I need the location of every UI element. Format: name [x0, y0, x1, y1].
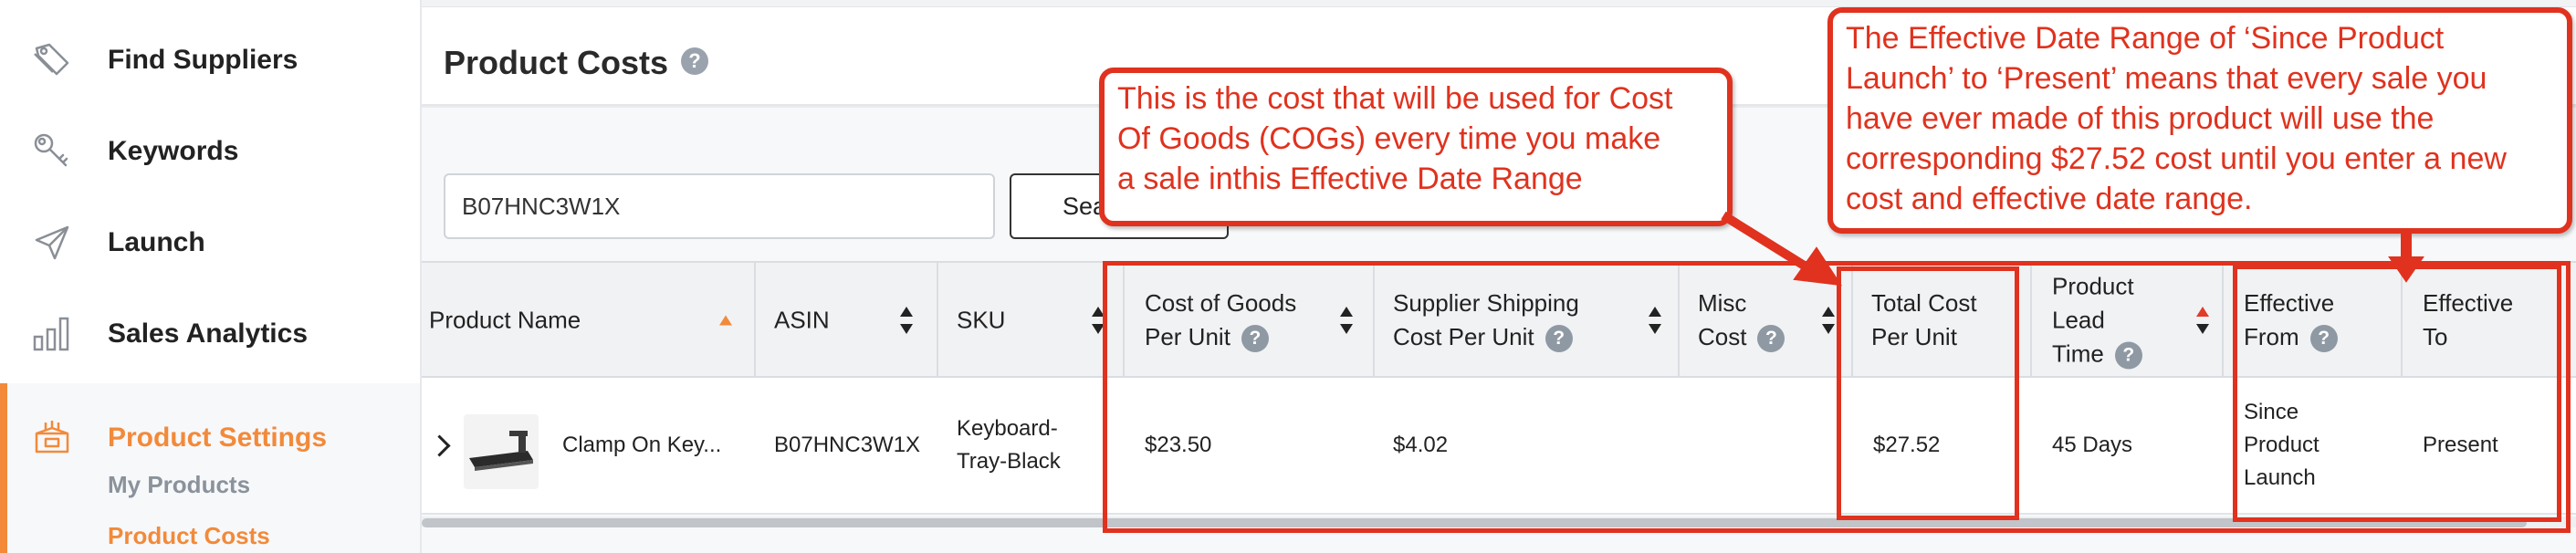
sidebar-item-label: Find Suppliers: [108, 45, 298, 75]
cell-sku: Keyboard- Tray-Black: [938, 378, 1125, 513]
sku-text: Tray-Black: [957, 449, 1061, 474]
sidebar-item-keywords[interactable]: Keywords: [0, 106, 420, 197]
product-name-text: Clamp On Key...: [562, 433, 722, 457]
header-strip: [422, 0, 2576, 7]
page-title: Product Costs: [444, 44, 669, 81]
cell-product-name: Clamp On Key...: [422, 378, 756, 513]
column-sku[interactable]: SKU: [938, 263, 1125, 378]
key-icon: [31, 130, 73, 172]
annotation-box-effective-dates: [2233, 265, 2561, 522]
column-label: ASIN: [774, 306, 830, 334]
sort-icon[interactable]: [900, 307, 913, 334]
sidebar-subitem-product-costs[interactable]: Product Costs: [108, 522, 270, 550]
product-thumbnail: [464, 414, 539, 489]
sidebar-item-label: Sales Analytics: [108, 318, 309, 349]
sku-text: Keyboard-: [957, 416, 1058, 441]
annotation-text: a sale inthis Effective Date Range: [1117, 162, 1583, 196]
annotation-callout-date-range: The Effective Date Range of ‘Since Produ…: [1827, 7, 2572, 234]
annotation-text: cost and effective date range.: [1846, 182, 2253, 216]
cell-asin: B07HNC3W1X: [756, 378, 938, 513]
sidebar-item-label: Product Settings: [108, 423, 328, 453]
annotation-text: Of Goods (COGs) every time you make: [1117, 121, 1661, 156]
chevron-right-icon[interactable]: [429, 433, 449, 460]
annotation-box-total-cost: [1837, 266, 2019, 520]
search-input[interactable]: [444, 173, 995, 239]
sidebar-item-find-suppliers[interactable]: Find Suppliers: [0, 15, 420, 106]
sidebar: Find Suppliers Keywords Launch Sales Ana…: [0, 0, 420, 553]
sidebar-item-product-settings[interactable]: Product Settings My Products Product Cos…: [0, 383, 420, 553]
active-indicator: [0, 383, 7, 553]
column-product-name[interactable]: Product Name: [422, 263, 756, 378]
help-icon[interactable]: ?: [681, 47, 708, 75]
column-label: Product Name: [429, 306, 581, 334]
sidebar-item-sales-analytics[interactable]: Sales Analytics: [0, 288, 420, 380]
column-asin[interactable]: ASIN: [756, 263, 938, 378]
annotation-callout-cost: This is the cost that will be used for C…: [1099, 68, 1733, 226]
paper-plane-icon: [31, 222, 73, 264]
annotation-text: The Effective Date Range of ‘Since Produ…: [1846, 21, 2445, 56]
annotation-text: This is the cost that will be used for C…: [1117, 81, 1673, 116]
box-icon: [31, 417, 73, 459]
annotation-text: Launch’ to ‘Present’ means that every sa…: [1846, 61, 2487, 96]
sidebar-item-label: Keywords: [108, 136, 239, 166]
asin-text: B07HNC3W1X: [774, 433, 921, 457]
sidebar-subitem-my-products[interactable]: My Products: [108, 471, 250, 499]
bar-chart-icon: [31, 313, 73, 355]
sidebar-item-launch[interactable]: Launch: [0, 197, 420, 288]
annotation-text: have ever made of this product will use …: [1846, 101, 2435, 136]
sidebar-item-label: Launch: [108, 227, 205, 257]
tag-icon: [31, 39, 73, 81]
sort-asc-icon[interactable]: [719, 315, 732, 326]
annotation-text: corresponding $27.52 cost until you ente…: [1846, 141, 2507, 176]
column-label: SKU: [957, 306, 1006, 334]
